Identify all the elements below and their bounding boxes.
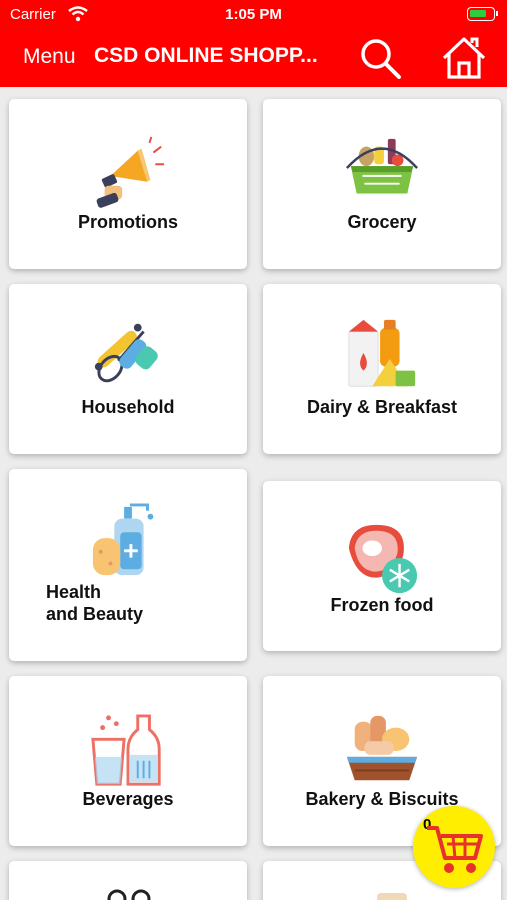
category-card-grocery[interactable]: Grocery <box>263 99 501 269</box>
category-label: Beverages <box>82 789 174 809</box>
battery-icon <box>467 7 498 21</box>
category-label: Grocery <box>347 212 417 232</box>
category-card-partial[interactable] <box>9 861 247 900</box>
category-icon-partial <box>377 893 407 900</box>
page-title: CSD ONLINE SHOPP... <box>94 44 318 67</box>
drinks-bottle-glass-icon <box>91 714 161 786</box>
category-card-beverages[interactable]: Beverages <box>9 676 247 846</box>
search-icon[interactable] <box>356 34 404 82</box>
category-card-household[interactable]: Household <box>9 284 247 454</box>
frozen-meat-snowflake-icon <box>348 524 418 594</box>
soap-dispenser-sponge-icon <box>92 503 154 576</box>
status-time: 1:05 PM <box>225 6 282 23</box>
category-card-promotions[interactable]: Promotions <box>9 99 247 269</box>
category-label: Household <box>81 397 175 417</box>
category-label: Promotions <box>77 212 178 232</box>
kitchen-utensils-icon <box>94 323 158 383</box>
shopping-cart-icon <box>427 826 483 873</box>
category-icon-partial <box>107 889 151 900</box>
category-card-health-beauty[interactable]: Health and Beauty <box>9 469 247 661</box>
home-icon[interactable] <box>440 34 488 82</box>
menu-button[interactable]: Menu <box>23 45 76 69</box>
status-bar: Carrier 1:05 PM <box>0 0 507 30</box>
app-header: Carrier 1:05 PM Menu CSD ONLINE SHOPP... <box>0 0 507 87</box>
category-card-frozen-food[interactable]: Frozen food <box>263 481 501 651</box>
grocery-basket-icon <box>345 138 419 194</box>
cart-button[interactable]: 0 <box>413 806 495 888</box>
megaphone-icon <box>96 136 165 208</box>
bread-basket-icon <box>346 715 418 781</box>
category-label: Health and Beauty <box>46 582 144 624</box>
category-label: Frozen food <box>330 595 434 615</box>
milk-juice-cheese-icon <box>348 319 416 387</box>
category-grid: Promotions Grocery Household Dairy & Bre… <box>0 87 507 900</box>
category-card-dairy-breakfast[interactable]: Dairy & Breakfast <box>263 284 501 454</box>
category-label: Dairy & Breakfast <box>306 397 458 417</box>
